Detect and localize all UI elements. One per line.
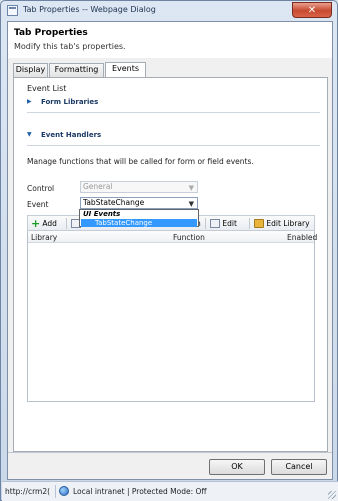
tab-formatting[interactable]: Formatting	[49, 63, 104, 77]
grid-header: Library Function Enabled	[28, 231, 317, 243]
control-label: Control	[27, 184, 55, 193]
add-button[interactable]: + Add	[31, 217, 57, 230]
chevron-down-icon[interactable]: ▼	[189, 199, 194, 209]
page-subtitle: Modify this tab's properties.	[14, 42, 126, 51]
dropdown-option-tabstatechange[interactable]: TabStateChange	[81, 219, 197, 227]
chevron-down-icon: ▼	[188, 184, 194, 192]
edit-library-button-label: Edit Library	[266, 219, 310, 228]
handlers-grid[interactable]: Library Function Enabled	[27, 231, 317, 402]
column-header-library[interactable]: Library	[31, 233, 57, 242]
control-select: General ▼	[80, 181, 198, 193]
column-header-enabled[interactable]: Enabled	[287, 233, 317, 242]
dialog-window: Tab Properties -- Webpage Dialog ✕ Tab P…	[0, 0, 338, 501]
ok-button[interactable]: OK	[209, 459, 265, 475]
globe-icon	[59, 486, 69, 496]
event-value: TabStateChange	[83, 198, 145, 207]
window-title: Tab Properties -- Webpage Dialog	[23, 5, 156, 14]
status-divider	[55, 485, 56, 498]
library-icon	[254, 218, 264, 228]
toolbar-separator	[66, 218, 67, 229]
dropdown-group-label: UI Events	[83, 210, 121, 218]
edit-button[interactable]: Edit	[210, 217, 237, 230]
edit-library-button[interactable]: Edit Library	[254, 217, 310, 230]
edit-button-label: Edit	[222, 219, 237, 228]
column-header-function[interactable]: Function	[173, 233, 205, 242]
dialog-header: Tab Properties Modify this tab's propert…	[8, 22, 332, 58]
footer-divider	[8, 452, 332, 453]
event-dropdown-list: UI Events TabStateChange	[79, 209, 199, 227]
close-button[interactable]: ✕	[292, 2, 332, 18]
chevron-right-icon[interactable]: ▶	[27, 98, 32, 105]
title-bar[interactable]: Tab Properties -- Webpage Dialog ✕	[1, 1, 337, 21]
divider	[27, 145, 320, 146]
event-label: Event	[27, 200, 49, 209]
status-url: http://crm2(	[5, 487, 51, 496]
event-handlers-toggle[interactable]: Event Handlers	[41, 131, 101, 139]
resize-grip-icon[interactable]	[328, 491, 336, 499]
form-libraries-toggle[interactable]: Form Libraries	[41, 98, 98, 106]
chevron-down-icon[interactable]: ▼	[27, 131, 32, 138]
edit-icon	[210, 218, 220, 228]
handlers-description: Manage functions that will be called for…	[27, 157, 254, 166]
tab-events[interactable]: Events	[105, 62, 146, 77]
toolbar-separator	[249, 218, 250, 229]
event-select[interactable]: TabStateChange ▼	[80, 197, 198, 209]
cancel-button[interactable]: Cancel	[271, 459, 327, 475]
page-icon	[7, 5, 18, 16]
tab-display[interactable]: Display	[13, 63, 48, 77]
toolbar-separator	[205, 218, 206, 229]
plus-icon: +	[31, 216, 41, 230]
dialog-body: Tab Properties Modify this tab's propert…	[7, 21, 333, 480]
close-icon: ✕	[307, 5, 317, 16]
status-bar: http://crm2( Local intranet | Protected …	[2, 481, 338, 501]
add-button-label: Add	[42, 219, 57, 228]
page-title: Tab Properties	[14, 28, 88, 38]
divider	[27, 112, 320, 113]
event-list-heading: Event List	[27, 84, 67, 93]
security-zone[interactable]: Local intranet | Protected Mode: Off	[73, 487, 207, 496]
control-value: General	[83, 182, 113, 191]
